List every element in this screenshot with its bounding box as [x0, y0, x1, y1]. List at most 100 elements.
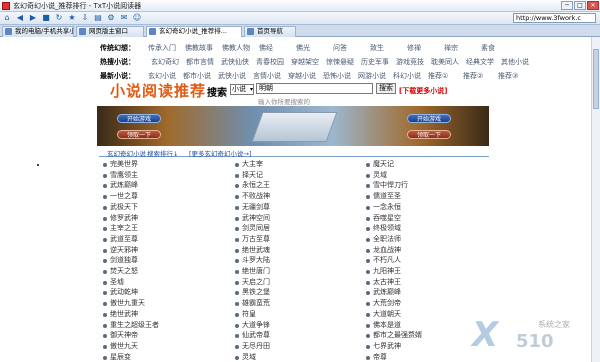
- nav-link[interactable]: 耽美同人: [431, 57, 459, 67]
- scrollbar-thumb[interactable]: [593, 49, 599, 109]
- novel-link[interactable]: 武极天下: [102, 203, 138, 212]
- novel-link[interactable]: 一念永恒: [365, 203, 401, 212]
- novel-link[interactable]: 剑灵同居: [234, 224, 270, 233]
- nav-link[interactable]: 致生: [370, 43, 384, 53]
- novel-link[interactable]: 天启之门: [234, 278, 270, 287]
- novel-link[interactable]: 都市之最强赘婿: [365, 331, 422, 340]
- section-link-more[interactable]: [更多玄幻奇幻小说→]: [189, 148, 252, 158]
- novel-link[interactable]: 武动乾坤: [102, 288, 138, 297]
- novel-link[interactable]: 符皇: [234, 310, 256, 319]
- nav-link[interactable]: 武侠小说: [218, 71, 246, 81]
- novel-link[interactable]: 魔天记: [365, 160, 394, 169]
- nav-link[interactable]: 玄幻奇幻: [151, 57, 179, 67]
- banner-upgrade-button-right[interactable]: 领取一下: [407, 130, 451, 139]
- smile-icon[interactable]: ☺: [132, 13, 142, 23]
- novel-link[interactable]: 圣墟: [102, 278, 124, 287]
- nav-link[interactable]: 历史军事: [361, 57, 389, 67]
- novel-link[interactable]: 武神空间: [234, 214, 270, 223]
- banner-start-button-right[interactable]: 开始游戏: [407, 114, 451, 123]
- novel-link[interactable]: 不败战神: [234, 192, 270, 201]
- novel-link[interactable]: 七界武神: [365, 342, 401, 351]
- nav-link[interactable]: 言情小说: [253, 71, 281, 81]
- novel-link[interactable]: 绝世武魂: [234, 246, 270, 255]
- section-link-ranking[interactable]: 搜索排行↓: [147, 148, 178, 158]
- novel-link[interactable]: 修罗武神: [102, 214, 138, 223]
- novel-link[interactable]: 万古至尊: [234, 235, 270, 244]
- tab-fantasy-novels[interactable]: 玄幻奇幻小说_推荐排...: [146, 26, 242, 37]
- novel-link[interactable]: 焚天之怒: [102, 267, 138, 276]
- stop-icon[interactable]: ■: [41, 13, 51, 23]
- nav-link[interactable]: 佛教故事: [185, 43, 213, 53]
- nav-link[interactable]: 禅宗: [444, 43, 458, 53]
- novel-link[interactable]: 完美世界: [102, 160, 138, 169]
- novel-link[interactable]: 雄霸蛮荒: [234, 299, 270, 308]
- nav-link[interactable]: 恐怖小说: [323, 71, 351, 81]
- novel-link[interactable]: 灵域: [365, 171, 387, 180]
- novel-link[interactable]: 大荒剑帝: [365, 299, 401, 308]
- nav-link[interactable]: 网游小说: [358, 71, 386, 81]
- novel-link[interactable]: 九阳神王: [365, 267, 401, 276]
- search-button[interactable]: 搜索: [376, 83, 396, 94]
- search-input[interactable]: 明朝: [256, 83, 373, 94]
- novel-link[interactable]: 逆天邪神: [102, 246, 138, 255]
- nav-link[interactable]: 传承入门: [148, 43, 176, 53]
- novel-link[interactable]: 主宰之王: [102, 224, 138, 233]
- nav-link[interactable]: 其他小说: [501, 57, 529, 67]
- nav-link[interactable]: 惊悚悬疑: [326, 57, 354, 67]
- download-more-link[interactable]: [下载更多小说]: [399, 86, 447, 96]
- refresh-icon[interactable]: ↻: [54, 13, 64, 23]
- game-banner[interactable]: 开始游戏 领取一下 开始游戏 领取一下: [97, 106, 489, 146]
- tab-main-window[interactable]: 网页版主窗口: [76, 26, 144, 37]
- vertical-scrollbar[interactable]: [591, 37, 600, 362]
- home-icon[interactable]: ⌂: [2, 13, 12, 23]
- nav-link[interactable]: 推荐②: [463, 71, 483, 81]
- novel-link[interactable]: 一世之尊: [102, 192, 138, 201]
- novel-link[interactable]: 吞噬星空: [365, 214, 401, 223]
- novel-link[interactable]: 佛本是道: [365, 321, 401, 330]
- nav-link[interactable]: 武侠仙侠: [221, 57, 249, 67]
- banner-start-button-left[interactable]: 开始游戏: [117, 114, 161, 123]
- novel-link[interactable]: 御天神帝: [102, 331, 138, 340]
- back-icon[interactable]: ◀: [15, 13, 25, 23]
- close-button[interactable]: ✕: [587, 1, 599, 10]
- novel-link[interactable]: 傲世九重天: [102, 299, 145, 308]
- novel-link[interactable]: 帝尊: [365, 353, 387, 362]
- nav-link[interactable]: 青春校园: [256, 57, 284, 67]
- forward-icon[interactable]: ▶: [28, 13, 38, 23]
- nav-link[interactable]: 游戏竞技: [396, 57, 424, 67]
- nav-link[interactable]: 问答: [333, 43, 347, 53]
- novel-link[interactable]: 傲世九天: [102, 342, 138, 351]
- minimize-button[interactable]: ─: [561, 1, 573, 10]
- nav-link[interactable]: 素食: [481, 43, 495, 53]
- novel-link[interactable]: 儒道至圣: [365, 192, 401, 201]
- tab-home-nav[interactable]: 首页导航: [244, 26, 296, 37]
- novel-link[interactable]: 武炼巅峰: [365, 288, 401, 297]
- nav-link[interactable]: 佛经: [259, 43, 273, 53]
- novel-link[interactable]: 仙武帝尊: [234, 331, 270, 340]
- novel-link[interactable]: 灵域: [234, 353, 256, 362]
- search-type-select[interactable]: 小说 ▾: [230, 84, 254, 95]
- novel-link[interactable]: 无尽丹田: [234, 342, 270, 351]
- novel-link[interactable]: 全职法师: [365, 235, 401, 244]
- novel-link[interactable]: 绝世武神: [102, 310, 138, 319]
- novel-link[interactable]: 绝世唐门: [234, 267, 270, 276]
- novel-link[interactable]: 大道朝天: [365, 310, 401, 319]
- novel-link[interactable]: 武炼巅峰: [102, 181, 138, 190]
- nav-link[interactable]: 科幻小说: [393, 71, 421, 81]
- novel-link[interactable]: 无疆剑尊: [234, 203, 270, 212]
- novel-link[interactable]: 龙血战神: [365, 246, 401, 255]
- novel-link[interactable]: 太古神王: [365, 278, 401, 287]
- nav-link[interactable]: 修禅: [407, 43, 421, 53]
- address-bar[interactable]: http://www.3fwork.c: [513, 13, 596, 23]
- maximize-button[interactable]: □: [574, 1, 586, 10]
- novel-link[interactable]: 永恒之王: [234, 181, 270, 190]
- novel-link[interactable]: 大道争锋: [234, 321, 270, 330]
- novel-link[interactable]: 星辰变: [102, 353, 131, 362]
- novel-link[interactable]: 不朽凡人: [365, 256, 401, 265]
- book-icon[interactable]: ▤: [93, 13, 103, 23]
- section-link-category[interactable]: 玄幻奇幻小说: [107, 148, 146, 158]
- download-icon[interactable]: ⇩: [80, 13, 90, 23]
- tab-shared-novels[interactable]: 我的电脑/手机共享小说: [2, 26, 74, 37]
- novel-link[interactable]: 剑道独尊: [102, 256, 138, 265]
- novel-link[interactable]: 重生之超级王者: [102, 321, 159, 330]
